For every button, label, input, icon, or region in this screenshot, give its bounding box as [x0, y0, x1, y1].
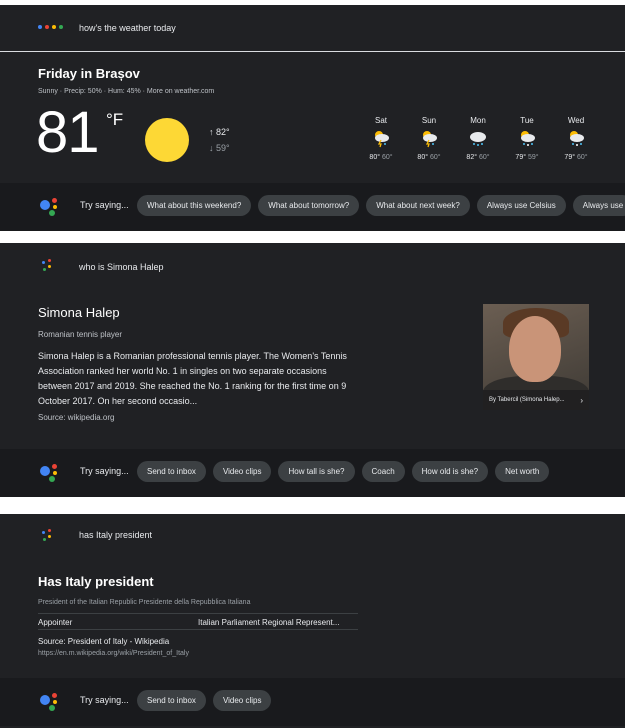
forecast-high: 80° [369, 154, 381, 161]
entity-photo[interactable]: By Tabercil (Simona Halep... › [483, 304, 589, 410]
suggestion-chip[interactable]: Send to inbox [137, 690, 206, 711]
entity-source[interactable]: Source: wikipedia.org [38, 413, 114, 422]
temperature-unit[interactable]: °F [106, 110, 123, 130]
suggestion-chip[interactable]: What about this weekend? [137, 195, 252, 216]
forecast-day-label: Tue [520, 116, 534, 125]
suggestion-chip[interactable]: How tall is she? [278, 461, 355, 482]
suggestion-chip[interactable]: Net worth [495, 461, 550, 482]
suggestion-chip[interactable]: What about next week? [366, 195, 470, 216]
high-temperature: ↑ 82° [209, 127, 230, 137]
forecast-high: 82° [466, 154, 478, 161]
assistant-dots-icon [42, 259, 58, 275]
forecast-high: 79° [564, 154, 576, 161]
query-text: how's the weather today [79, 23, 176, 33]
try-saying-label: Try saying... [80, 200, 129, 210]
thunderstorm-icon [419, 128, 439, 148]
try-saying-label: Try saying... [80, 466, 129, 476]
forecast-low: 59° [527, 154, 539, 161]
photo-caption-text: By Tabercil (Simona Halep... [489, 397, 565, 403]
forecast-day[interactable]: Wed 79° 60° [556, 116, 596, 161]
forecast-high: 80° [417, 154, 429, 161]
entity-source[interactable]: Source: President of Italy - Wikipedia [38, 637, 169, 646]
try-saying-bar: Try saying... What about this weekend? W… [0, 183, 625, 231]
forecast-day-label: Sun [421, 116, 437, 125]
fact-row: Appointer Italian Parliament Regional Re… [38, 613, 358, 630]
suggestion-chip[interactable]: Video clips [212, 461, 272, 482]
rain-cloud-icon [468, 128, 488, 148]
sleet-icon [517, 128, 537, 148]
suggestion-chip[interactable]: Coach [361, 461, 405, 482]
try-saying-label: Try saying... [80, 695, 129, 705]
entity-title: Has Italy president [38, 574, 154, 589]
entity-description: Simona Halep is a Romanian professional … [38, 351, 347, 406]
forecast-day-label: Sat [374, 116, 387, 125]
entity-title: Simona Halep [38, 305, 120, 320]
weather-location-title: Friday in Brașov [38, 66, 140, 81]
photo-caption[interactable]: By Tabercil (Simona Halep... › [483, 390, 589, 410]
google-assistant-icon[interactable] [40, 693, 60, 713]
suggestion-chips: What about this weekend? What about tomo… [137, 195, 625, 216]
forecast-low: 60° [381, 154, 393, 161]
source-url[interactable]: https://en.m.wikipedia.org/wiki/Presiden… [38, 650, 189, 657]
divider [0, 51, 625, 52]
forecast-high: 79° [515, 154, 527, 161]
sunny-icon [145, 118, 189, 162]
suggestion-chip[interactable]: How old is she? [411, 461, 489, 482]
weather-conditions[interactable]: Sunny · Precip: 50% · Hum: 45% · More on… [38, 88, 214, 95]
suggestion-chips: Send to inbox Video clips [137, 690, 272, 711]
try-saying-bar: Try saying... Send to inbox Video clips [0, 678, 625, 726]
forecast-low: 60° [478, 154, 490, 161]
thunderstorm-icon [371, 128, 391, 148]
google-assistant-icon[interactable] [40, 198, 60, 218]
forecast-day[interactable]: Sat 80° 60° [361, 116, 401, 161]
fact-value: Italian Parliament Regional Represent... [198, 618, 340, 627]
current-temperature: 81 [36, 100, 100, 165]
assistant-dots-icon [42, 529, 58, 545]
entity-subtitle: President of the Italian Republic Presid… [38, 599, 251, 606]
google-assistant-icon[interactable] [40, 464, 60, 484]
chevron-right-icon: › [580, 395, 583, 405]
query-text: has Italy president [79, 530, 153, 540]
forecast-low: 60° [429, 154, 441, 161]
assistant-dots-icon [38, 25, 63, 29]
forecast-day-label: Wed [567, 116, 585, 125]
low-temperature: ↓ 59° [209, 143, 230, 153]
try-saying-bar: Try saying... Send to inbox Video clips … [0, 449, 625, 497]
forecast-day[interactable]: Mon 82° 60° [458, 116, 498, 161]
sleet-icon [566, 128, 586, 148]
entity-subtitle: Romanian tennis player [38, 330, 123, 339]
forecast-day[interactable]: Tue 79° 59° [507, 116, 547, 161]
forecast-day[interactable]: Sun 80° 60° [409, 116, 449, 161]
fact-key: Appointer [38, 618, 73, 627]
forecast-day-label: Mon [470, 116, 486, 125]
suggestion-chips: Send to inbox Video clips How tall is sh… [137, 461, 550, 482]
suggestion-chip[interactable]: Send to inbox [137, 461, 206, 482]
suggestion-chip[interactable]: Always use [572, 195, 625, 216]
suggestion-chip[interactable]: What about tomorrow? [258, 195, 360, 216]
suggestion-chip[interactable]: Always use Celsius [476, 195, 566, 216]
query-text: who is Simona Halep [79, 262, 164, 272]
suggestion-chip[interactable]: Video clips [212, 690, 272, 711]
forecast-low: 60° [576, 154, 588, 161]
